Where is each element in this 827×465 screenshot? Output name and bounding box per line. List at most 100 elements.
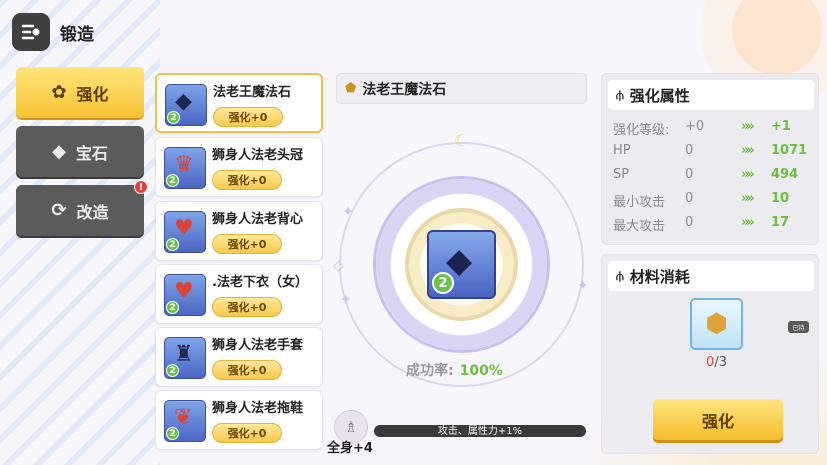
stat-current: 0	[685, 167, 694, 182]
refresh-cog-icon: ⟳	[51, 199, 67, 221]
crown-icon: ♛	[174, 152, 194, 177]
arrow-right-icon: »»	[741, 143, 755, 158]
stat-label: 最大攻击	[613, 219, 666, 234]
skirt-icon: ♥	[174, 279, 194, 304]
item-level-badge: 2	[166, 238, 179, 251]
stat-row: 最大攻击 0 »» 17	[613, 215, 813, 235]
gloves-icon: ♜	[174, 342, 194, 367]
forge-menu-icon	[21, 24, 40, 40]
magic-stone-icon: ◆	[175, 89, 192, 114]
success-rate-label: 成功率:	[406, 363, 454, 379]
pentagon-star-icon: ⬟	[345, 81, 357, 96]
moon-icon: ☾	[454, 131, 469, 150]
stat-next: 17	[771, 215, 790, 230]
item-enhance-tag: 强化+0	[212, 234, 282, 254]
stat-row: HP 0 »» 1071	[613, 143, 813, 163]
tab-enhance[interactable]: ✿ 强化	[16, 67, 144, 118]
vest-icon: ♥	[174, 216, 194, 241]
selected-item-thumbnail: ◆ 2	[427, 230, 496, 299]
item-level-badge: 2	[166, 174, 179, 187]
forge-menu-button[interactable]	[12, 13, 50, 51]
item-card[interactable]: ♥ 2 .法老下衣（女） 强化+0	[155, 264, 323, 324]
diamond-icon: ◆	[52, 140, 66, 162]
item-enhance-tag: 强化+0	[212, 423, 282, 443]
stat-next: 494	[771, 167, 799, 182]
item-level-badge: 2	[166, 427, 179, 440]
item-thumbnail: ♜ 2	[164, 337, 206, 379]
material-need: /3	[714, 355, 727, 370]
flower-shield-icon: ✿	[51, 81, 67, 103]
stat-next: 10	[771, 191, 790, 206]
item-enhance-tag: 强化+0	[212, 170, 282, 190]
item-name: 狮身人法老头冠	[212, 148, 304, 163]
full-body-bonus-label: 全身+4	[327, 441, 373, 456]
selected-item-level-badge: 2	[432, 272, 454, 294]
stat-next: 1071	[771, 143, 808, 158]
item-name: 狮身人法老拖鞋	[212, 401, 304, 416]
item-card[interactable]: ◆ 2 法老王魔法石 强化+0	[155, 73, 323, 133]
tab-enhance-label: 强化	[76, 84, 109, 104]
tab-reforge[interactable]: ⟳ 改造 !	[16, 180, 148, 236]
materials-panel-header: ⫛ 材料消耗	[608, 261, 814, 291]
success-rate: 成功率: 100%	[406, 360, 503, 380]
item-card[interactable]: ♜ 2 狮身人法老手套 强化+0	[155, 327, 323, 387]
materials-panel-title: 材料消耗	[629, 267, 690, 286]
stat-label: 最小攻击	[613, 195, 666, 210]
stat-current: 0	[685, 143, 694, 158]
item-card[interactable]: ❦ 2 狮身人法老拖鞋 强化+0	[155, 390, 323, 450]
tab-gem-label: 宝石	[75, 143, 108, 163]
success-rate-value: 100%	[459, 363, 503, 379]
item-name: 狮身人法老手套	[212, 338, 304, 353]
stats-panel-title: 强化属性	[629, 86, 690, 105]
stat-label: HP	[613, 143, 631, 158]
arrow-right-icon: »»	[741, 191, 755, 206]
arrow-right-icon: »»	[741, 167, 755, 182]
item-card[interactable]: ♥ 2 狮身人法老背心 强化+0	[155, 201, 323, 261]
stat-current: 0	[685, 215, 694, 230]
item-enhance-tag: 强化+0	[212, 297, 282, 317]
item-name: 狮身人法老背心	[212, 212, 304, 227]
magic-stone-icon: ◆	[446, 241, 473, 281]
arrow-right-icon: »»	[741, 215, 755, 230]
stat-current: 0	[685, 191, 694, 206]
item-name: 法老王魔法石	[213, 85, 292, 100]
stat-row: 强化等级: +0 »» +1	[613, 119, 813, 139]
material-count: 0/3	[690, 355, 743, 370]
item-thumbnail: ❦ 2	[164, 400, 206, 442]
stat-row: 最小攻击 0 »» 10	[613, 191, 813, 211]
item-thumbnail: ♛ 2	[164, 147, 206, 189]
item-enhance-tag: 强化+0	[213, 107, 283, 127]
stat-next: +1	[771, 119, 791, 134]
sparkle-icon: ✦	[340, 292, 352, 308]
arrow-right-icon: »»	[741, 119, 755, 134]
owned-tag: 已持	[788, 321, 809, 333]
sparkle-icon: ✦	[577, 278, 589, 294]
header: 锻造	[12, 13, 94, 51]
sparkle-icon: ◇	[333, 258, 344, 274]
item-thumbnail: ◆ 2	[165, 84, 207, 126]
stat-current: +0	[685, 119, 705, 134]
bonus-text: 攻击、属性力+1%	[437, 426, 523, 437]
stat-label: SP	[613, 167, 630, 182]
item-level-badge: 2	[167, 111, 180, 124]
item-card[interactable]: ♛ 2 狮身人法老头冠 强化+0	[155, 137, 323, 197]
material-slot[interactable]: ⬢	[690, 298, 743, 350]
trident-icon: ⫛	[616, 87, 624, 103]
item-name: .法老下衣（女）	[212, 275, 308, 290]
tab-reforge-label: 改造	[76, 202, 109, 222]
item-level-badge: 2	[166, 301, 179, 314]
selected-item-bar: ⬟ 法老王魔法石	[336, 73, 587, 104]
tab-gem[interactable]: ◆ 宝石	[16, 126, 144, 177]
notification-badge: !	[134, 180, 148, 194]
item-enhance-tag: 强化+0	[212, 360, 282, 380]
item-thumbnail: ♥ 2	[164, 211, 206, 253]
enhance-button[interactable]: 强化	[653, 399, 783, 440]
item-thumbnail: ♥ 2	[164, 274, 206, 316]
sparkle-icon: ✦	[342, 204, 354, 220]
trident-icon: ⫛	[616, 268, 624, 284]
ore-icon: ⬢	[705, 309, 728, 339]
stat-row: SP 0 »» 494	[613, 167, 813, 187]
item-level-badge: 2	[166, 364, 179, 377]
slippers-icon: ❦	[174, 405, 193, 430]
page-title: 锻造	[60, 24, 94, 45]
